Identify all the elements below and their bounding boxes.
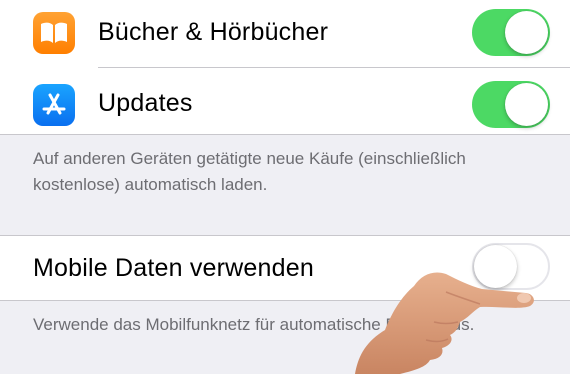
books-audiobooks-label: Bücher & Hörbücher — [98, 18, 329, 46]
automatic-downloads-footer: Auf anderen Geräten getätigte neue Käufe… — [33, 149, 466, 194]
books-audiobooks-toggle[interactable] — [472, 9, 550, 56]
updates-row: Updates — [0, 68, 570, 134]
mobile-data-toggle[interactable] — [472, 243, 550, 290]
updates-toggle[interactable] — [472, 81, 550, 128]
books-icon — [33, 12, 75, 54]
updates-label: Updates — [98, 89, 193, 117]
automatic-downloads-group: Bücher & Hörbücher Updates — [0, 0, 570, 135]
toggle-knob — [505, 83, 548, 126]
books-audiobooks-row: Bücher & Hörbücher — [0, 0, 570, 66]
mobile-data-label: Mobile Daten verwenden — [33, 254, 314, 282]
toggle-knob — [474, 245, 517, 288]
app-store-icon — [33, 84, 75, 126]
toggle-knob — [505, 11, 548, 54]
mobile-data-footer: Verwende das Mobilfunknetz für automatis… — [33, 315, 475, 334]
mobile-data-group: Mobile Daten verwenden — [0, 235, 570, 301]
